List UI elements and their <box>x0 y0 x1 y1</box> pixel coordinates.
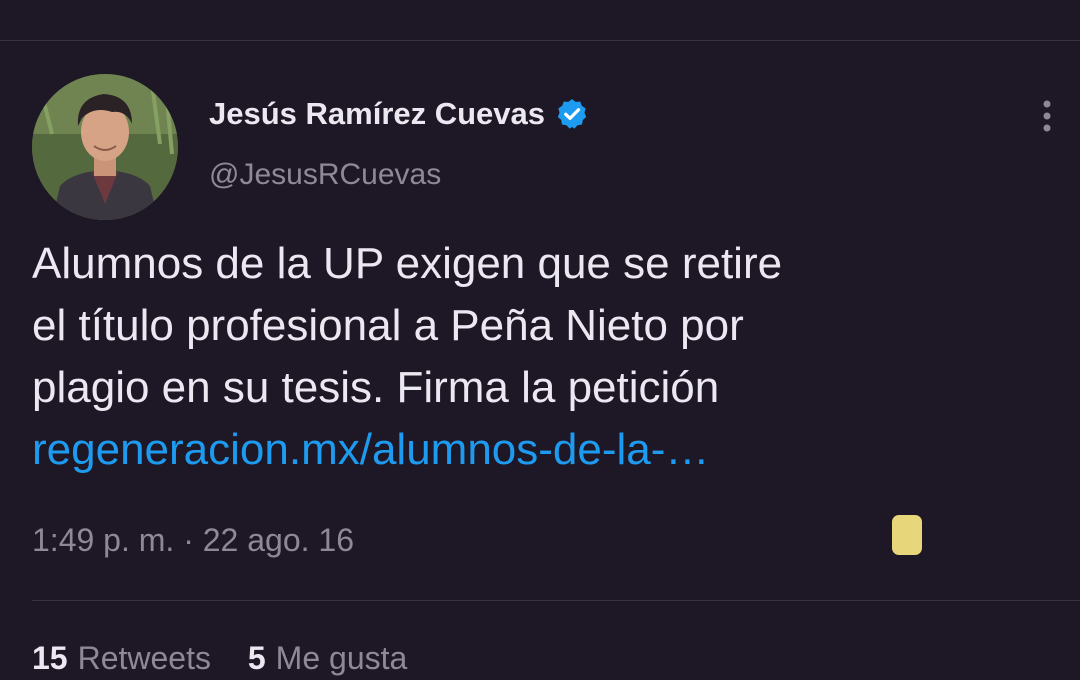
retweets-label: Retweets <box>77 640 211 676</box>
tweet-text: Alumnos de la UP exigen que se retire el… <box>32 233 1052 481</box>
retweets-stat[interactable]: 15 Retweets <box>32 640 211 677</box>
top-divider <box>0 40 1080 41</box>
tweet-text-line: el título profesional a Peña Nieto por <box>32 301 744 350</box>
author-handle[interactable]: @JesusRCuevas <box>209 158 441 192</box>
verified-badge-icon <box>555 97 589 131</box>
avatar-image <box>32 74 178 220</box>
likes-stat[interactable]: 5 Me gusta <box>248 640 407 677</box>
avatar[interactable] <box>32 74 178 220</box>
author-display-name[interactable]: Jesús Ramírez Cuevas <box>209 96 545 132</box>
author-name-row[interactable]: Jesús Ramírez Cuevas <box>209 96 589 132</box>
sticker-shape <box>892 515 922 555</box>
tweet-timestamp[interactable]: 1:49 p. m. · 22 ago. 16 <box>32 522 354 559</box>
tweet-link[interactable]: regeneracion.mx/alumnos-de-la-… <box>32 419 1052 481</box>
retweets-count: 15 <box>32 640 68 676</box>
tweet-stats: 15 Retweets 5 Me gusta <box>32 640 435 677</box>
likes-count: 5 <box>247 640 266 676</box>
more-options-icon[interactable] <box>1032 98 1062 138</box>
tweet-text-line: plagio en su tesis. Firma la petición <box>32 363 720 412</box>
likes-label: Me gusta <box>275 640 408 676</box>
tweet-text-line: Alumnos de la UP exigen que se retire <box>32 239 783 288</box>
stats-divider <box>32 600 1080 601</box>
